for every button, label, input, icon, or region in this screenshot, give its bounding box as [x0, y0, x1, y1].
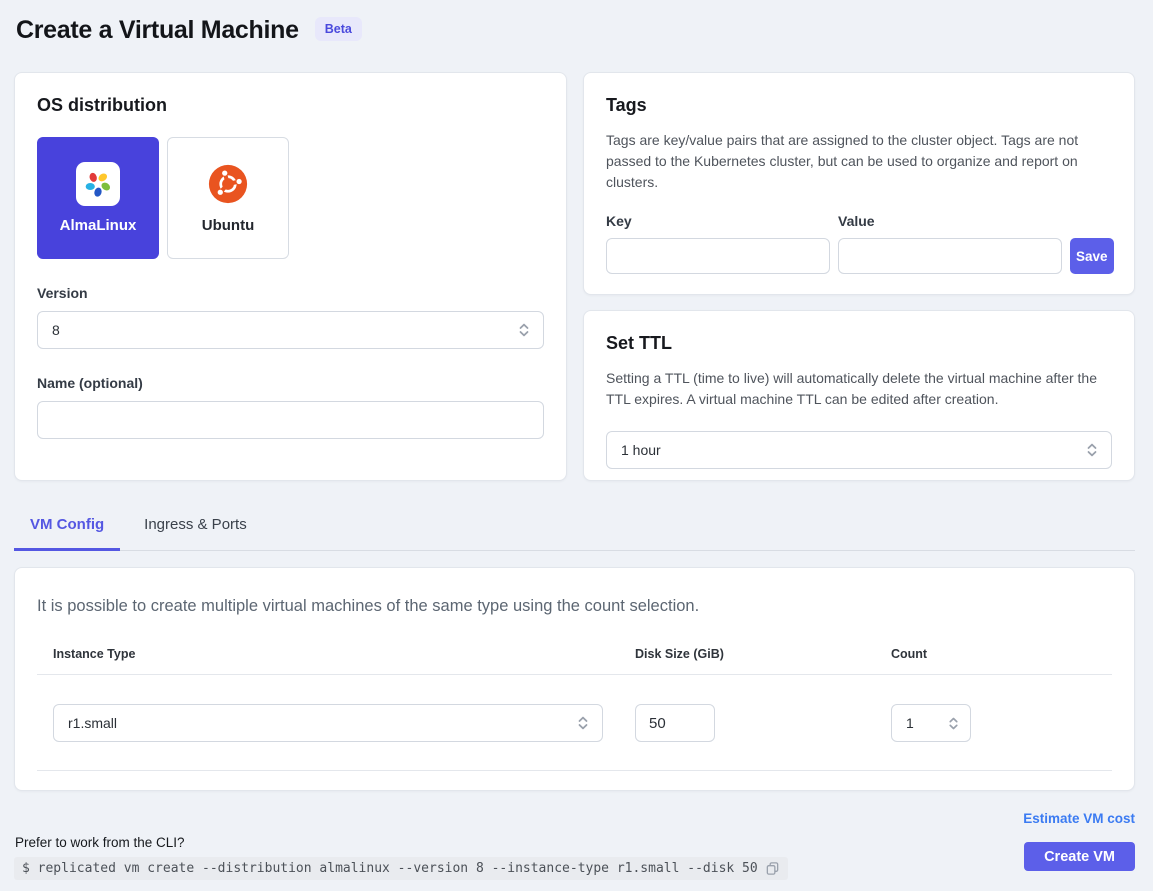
os-tile-label-ubuntu: Ubuntu [202, 217, 254, 234]
chevron-updown-icon [576, 715, 590, 731]
estimate-vm-cost-link[interactable]: Estimate VM cost [1023, 811, 1135, 826]
beta-badge: Beta [315, 17, 362, 41]
vm-config-card: It is possible to create multiple virtua… [14, 567, 1135, 791]
page-title: Create a Virtual Machine [16, 16, 299, 45]
version-select[interactable]: 8 [37, 311, 544, 349]
cli-command-text: $ replicated vm create --distribution al… [22, 861, 758, 876]
col-count: Count [891, 647, 1112, 661]
version-label: Version [37, 285, 544, 301]
os-distribution-card: OS distribution AlmaLinux [14, 72, 567, 481]
count-value: 1 [906, 715, 914, 731]
top-cards-grid: OS distribution AlmaLinux [14, 72, 1135, 481]
version-select-value: 8 [52, 322, 60, 338]
right-column: Tags Tags are key/value pairs that are a… [583, 72, 1135, 481]
tag-value-input[interactable] [838, 238, 1062, 274]
create-vm-button[interactable]: Create VM [1024, 842, 1135, 871]
cli-command-pill: $ replicated vm create --distribution al… [14, 857, 788, 880]
tab-bar: VM Config Ingress & Ports [14, 503, 1135, 551]
tag-key-input[interactable] [606, 238, 830, 274]
set-ttl-card: Set TTL Setting a TTL (time to live) wil… [583, 310, 1135, 481]
ubuntu-logo-box [208, 162, 248, 206]
vm-table-row: r1.small 1 [37, 675, 1112, 771]
vm-config-description: It is possible to create multiple virtua… [37, 597, 1112, 616]
os-tile-ubuntu[interactable]: Ubuntu [167, 137, 289, 259]
ubuntu-icon [208, 164, 248, 204]
ttl-card-description: Setting a TTL (time to live) will automa… [606, 368, 1112, 410]
instance-type-select[interactable]: r1.small [53, 704, 603, 742]
save-tag-button[interactable]: Save [1070, 238, 1114, 274]
col-disk-size: Disk Size (GiB) [635, 647, 891, 661]
footer-bottom-row: Prefer to work from the CLI? $ replicate… [14, 835, 1135, 880]
almalinux-logo-box [76, 162, 120, 206]
chevron-updown-icon [517, 322, 531, 338]
tab-ingress-ports[interactable]: Ingress & Ports [128, 503, 263, 551]
tab-vm-config[interactable]: VM Config [14, 503, 120, 551]
vm-table-header: Instance Type Disk Size (GiB) Count [37, 647, 1112, 675]
page-header: Create a Virtual Machine Beta [14, 14, 1135, 45]
instance-type-value: r1.small [68, 715, 117, 731]
page-footer: Estimate VM cost Prefer to work from the… [14, 811, 1135, 880]
copy-button[interactable] [765, 861, 780, 876]
create-vm-page: Create a Virtual Machine Beta OS distrib… [0, 0, 1153, 880]
col-instance-type: Instance Type [53, 647, 635, 661]
os-tile-almalinux[interactable]: AlmaLinux [37, 137, 159, 259]
tag-key-label: Key [606, 213, 830, 229]
disk-size-input[interactable] [635, 704, 715, 742]
ttl-card-title: Set TTL [606, 333, 1112, 354]
os-card-title: OS distribution [37, 95, 544, 116]
ttl-select[interactable]: 1 hour [606, 431, 1112, 469]
name-input[interactable] [37, 401, 544, 439]
os-tile-label-almalinux: AlmaLinux [60, 217, 137, 234]
tags-card: Tags Tags are key/value pairs that are a… [583, 72, 1135, 295]
cli-block: Prefer to work from the CLI? $ replicate… [14, 835, 788, 880]
footer-top-row: Estimate VM cost [14, 811, 1135, 826]
tag-key-field: Key [606, 213, 830, 274]
almalinux-icon [81, 167, 115, 201]
chevron-updown-icon [947, 716, 960, 731]
chevron-updown-icon [1085, 442, 1099, 458]
cli-prompt-text: Prefer to work from the CLI? [15, 835, 788, 850]
tag-form: Key Value Save [606, 213, 1112, 274]
ttl-select-value: 1 hour [621, 442, 661, 458]
tags-card-title: Tags [606, 95, 1112, 116]
os-tile-list: AlmaLinux [37, 137, 544, 259]
copy-icon [765, 861, 780, 876]
tags-card-description: Tags are key/value pairs that are assign… [606, 130, 1112, 193]
count-stepper[interactable]: 1 [891, 704, 971, 742]
name-label: Name (optional) [37, 375, 544, 391]
tag-value-label: Value [838, 213, 1062, 229]
tag-value-field: Value [838, 213, 1062, 274]
